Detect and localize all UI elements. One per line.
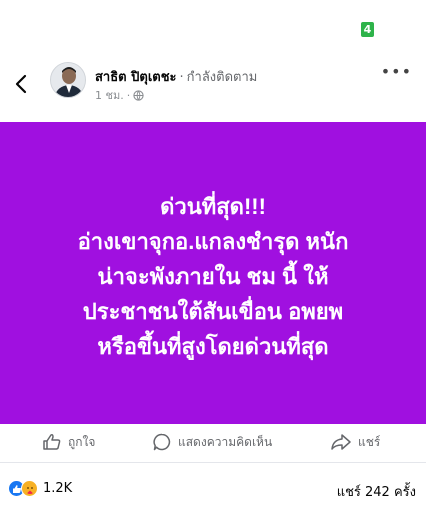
comment-button[interactable]: แสดงความคิดเห็น bbox=[152, 432, 272, 452]
share-button[interactable]: แชร์ bbox=[330, 432, 380, 452]
divider bbox=[0, 462, 426, 463]
author-name[interactable]: สาธิต ปิตุเตชะ bbox=[95, 70, 177, 85]
post-meta: 1 ชม. · bbox=[95, 86, 144, 104]
channel-badge: 4 bbox=[361, 22, 374, 37]
globe-icon bbox=[133, 89, 144, 101]
comment-label: แสดงความคิดเห็น bbox=[178, 434, 273, 449]
author-row: สาธิต ปิตุเตชะ · กำลังติดตาม bbox=[95, 70, 258, 85]
reactions-summary[interactable]: 1.2K bbox=[8, 480, 72, 497]
post-text: ด่วนที่สุด!!! อ่างเขาจุกอ.แกลงชำรุด หนัก… bbox=[78, 189, 349, 364]
post-content: ด่วนที่สุด!!! อ่างเขาจุกอ.แกลงชำรุด หนัก… bbox=[0, 122, 426, 424]
share-count[interactable]: แชร์ 242 ครั้ง bbox=[337, 481, 416, 502]
care-reaction-icon bbox=[21, 480, 38, 497]
post-header: สาธิต ปิตุเตชะ · กำลังติดตาม 1 ชม. · ••• bbox=[0, 60, 426, 110]
post-text-line: น่าจะพังภายใน ชม นี้ ให้ bbox=[97, 263, 329, 289]
follow-status[interactable]: กำลังติดตาม bbox=[187, 70, 258, 85]
post-text-line: อ่างเขาจุกอ.แกลงชำรุด หนัก bbox=[77, 228, 349, 254]
post-time[interactable]: 1 ชม. bbox=[95, 86, 124, 104]
post-text-line: ด่วนที่สุด!!! bbox=[160, 193, 266, 219]
like-button[interactable]: ถูกใจ bbox=[42, 432, 95, 452]
more-icon[interactable]: ••• bbox=[381, 62, 412, 81]
post-text-line: ประชาชนใต้สันเขื่อน อพยพ bbox=[82, 298, 344, 324]
share-icon bbox=[331, 434, 351, 450]
action-bar: ถูกใจ แสดงความคิดเห็น แชร์ bbox=[0, 428, 426, 458]
avatar[interactable] bbox=[50, 62, 86, 98]
share-label: แชร์ bbox=[358, 434, 381, 449]
like-label: ถูกใจ bbox=[68, 434, 96, 449]
post-stats: 1.2K แชร์ 242 ครั้ง bbox=[0, 478, 426, 502]
thumbs-up-icon bbox=[43, 434, 61, 450]
chevron-left-icon bbox=[15, 74, 27, 94]
post-text-line: หรือขึ้นที่สูงโดยด่วนที่สุด bbox=[97, 333, 329, 359]
reaction-count: 1.2K bbox=[43, 481, 73, 496]
comment-icon bbox=[153, 433, 171, 451]
back-button[interactable] bbox=[12, 72, 32, 96]
